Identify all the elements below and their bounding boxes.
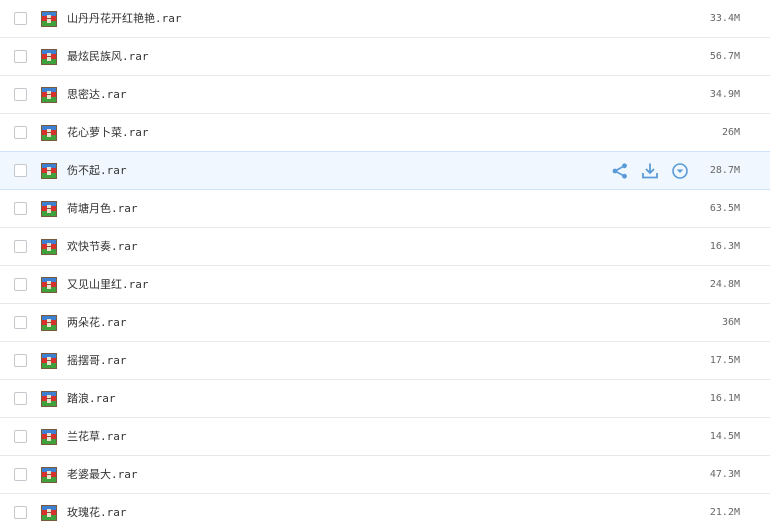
file-size: 63.5M: [709, 203, 740, 214]
file-row-hovered[interactable]: 伤不起.rar 28.7M: [0, 151, 770, 190]
file-name[interactable]: 玫瑰花.rar: [67, 494, 127, 529]
file-name[interactable]: 欢快节奏.rar: [67, 228, 138, 265]
rar-archive-icon: [41, 87, 57, 103]
file-name[interactable]: 摇摆哥.rar: [67, 342, 127, 379]
file-row[interactable]: 最炫民族风.rar 56.7M: [0, 38, 770, 76]
file-name[interactable]: 兰花草.rar: [67, 418, 127, 455]
rar-archive-icon: [41, 201, 57, 217]
row-checkbox[interactable]: [14, 354, 27, 367]
row-checkbox[interactable]: [14, 202, 27, 215]
share-icon[interactable]: [611, 162, 629, 180]
row-checkbox[interactable]: [14, 164, 27, 177]
row-checkbox[interactable]: [14, 468, 27, 481]
file-list: 山丹丹花开红艳艳.rar 33.4M 最炫民族风.rar 56.7M 思密达.r…: [0, 0, 770, 529]
file-row[interactable]: 兰花草.rar 14.5M: [0, 418, 770, 456]
rar-archive-icon: [41, 315, 57, 331]
row-checkbox[interactable]: [14, 316, 27, 329]
file-row[interactable]: 玫瑰花.rar 21.2M: [0, 494, 770, 529]
file-name[interactable]: 两朵花.rar: [67, 304, 127, 341]
file-size: 47.3M: [709, 469, 740, 480]
file-row[interactable]: 两朵花.rar 36M: [0, 304, 770, 342]
row-checkbox[interactable]: [14, 392, 27, 405]
download-icon[interactable]: [641, 162, 659, 180]
file-size: 17.5M: [709, 355, 740, 366]
rar-archive-icon: [41, 163, 57, 179]
file-row[interactable]: 老婆最大.rar 47.3M: [0, 456, 770, 494]
file-name[interactable]: 思密达.rar: [67, 76, 127, 113]
rar-archive-icon: [41, 505, 57, 521]
file-size: 28.7M: [709, 165, 740, 176]
row-checkbox[interactable]: [14, 430, 27, 443]
file-row[interactable]: 欢快节奏.rar 16.3M: [0, 228, 770, 266]
row-checkbox[interactable]: [14, 12, 27, 25]
rar-archive-icon: [41, 277, 57, 293]
row-checkbox[interactable]: [14, 240, 27, 253]
file-name[interactable]: 荷塘月色.rar: [67, 190, 138, 227]
file-name[interactable]: 踏浪.rar: [67, 380, 116, 417]
file-row[interactable]: 荷塘月色.rar 63.5M: [0, 190, 770, 228]
row-checkbox[interactable]: [14, 506, 27, 519]
file-name[interactable]: 伤不起.rar: [67, 152, 127, 189]
file-name[interactable]: 花心萝卜菜.rar: [67, 114, 149, 151]
file-name[interactable]: 山丹丹花开红艳艳.rar: [67, 0, 182, 37]
file-size: 16.1M: [709, 393, 740, 404]
file-size: 36M: [721, 317, 740, 328]
file-size: 34.9M: [709, 89, 740, 100]
file-row[interactable]: 又见山里红.rar 24.8M: [0, 266, 770, 304]
file-name[interactable]: 最炫民族风.rar: [67, 38, 149, 75]
rar-archive-icon: [41, 239, 57, 255]
file-size: 56.7M: [709, 51, 740, 62]
row-checkbox[interactable]: [14, 50, 27, 63]
file-size: 14.5M: [709, 431, 740, 442]
row-checkbox[interactable]: [14, 88, 27, 101]
file-name[interactable]: 老婆最大.rar: [67, 456, 138, 493]
file-size: 33.4M: [709, 13, 740, 24]
file-row[interactable]: 山丹丹花开红艳艳.rar 33.4M: [0, 0, 770, 38]
rar-archive-icon: [41, 49, 57, 65]
rar-archive-icon: [41, 353, 57, 369]
file-row[interactable]: 踏浪.rar 16.1M: [0, 380, 770, 418]
row-checkbox[interactable]: [14, 126, 27, 139]
file-row[interactable]: 花心萝卜菜.rar 26M: [0, 114, 770, 152]
rar-archive-icon: [41, 429, 57, 445]
rar-archive-icon: [41, 391, 57, 407]
file-size: 26M: [721, 127, 740, 138]
rar-archive-icon: [41, 125, 57, 141]
file-row[interactable]: 思密达.rar 34.9M: [0, 76, 770, 114]
file-size: 24.8M: [709, 279, 740, 290]
rar-archive-icon: [41, 11, 57, 27]
file-size: 16.3M: [709, 241, 740, 252]
rar-archive-icon: [41, 467, 57, 483]
file-name[interactable]: 又见山里红.rar: [67, 266, 149, 303]
file-row[interactable]: 摇摆哥.rar 17.5M: [0, 342, 770, 380]
file-size: 21.2M: [709, 507, 740, 518]
chevron-down-circle-icon[interactable]: [671, 162, 689, 180]
row-checkbox[interactable]: [14, 278, 27, 291]
